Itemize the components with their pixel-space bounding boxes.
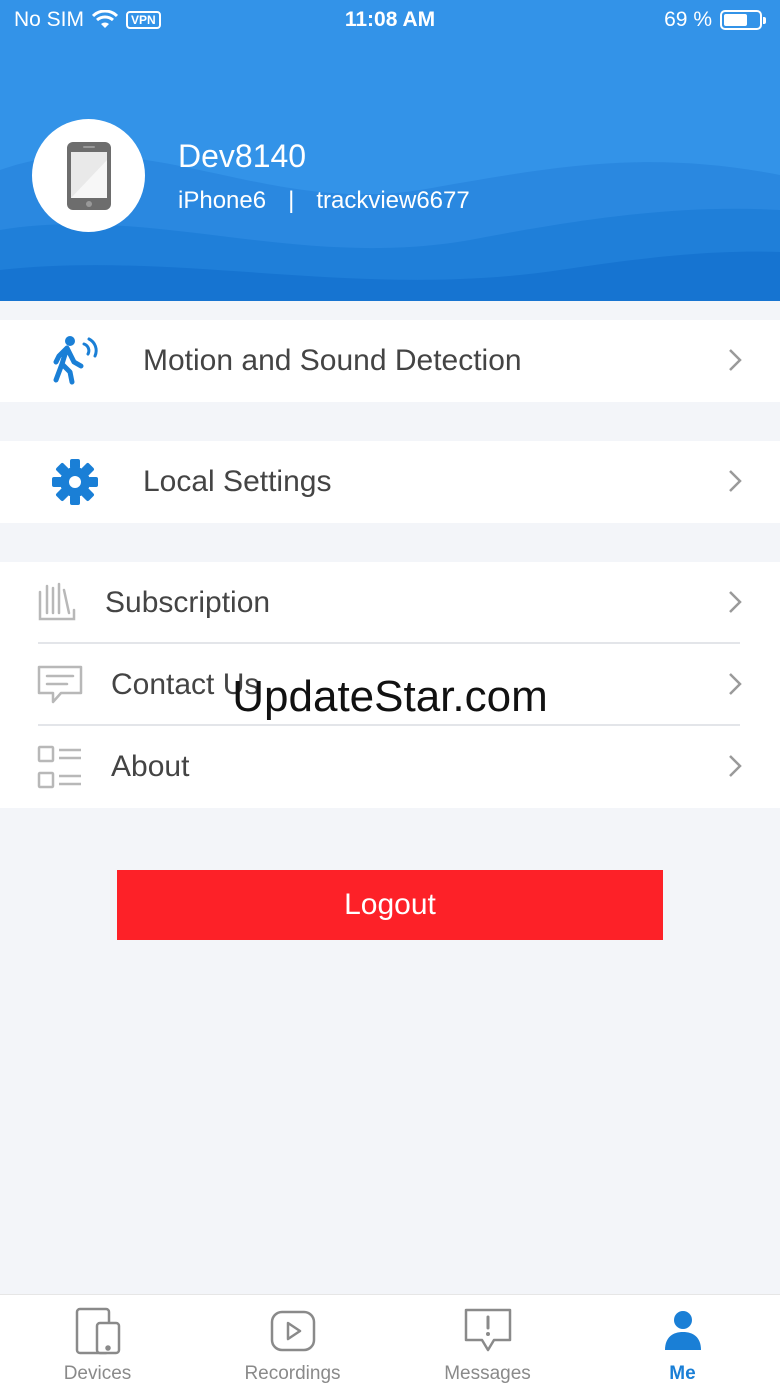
chevron-right-icon [729,349,742,371]
books-icon [38,582,76,621]
logout-button[interactable]: Logout [117,870,663,940]
account-name: trackview6677 [316,187,470,214]
subtitle-separator: | [288,187,295,214]
devices-icon [75,1307,120,1355]
device-avatar[interactable] [32,119,145,232]
tab-label: Me [669,1363,696,1384]
menu-group-motion: Motion and Sound Detection [0,320,780,402]
menu-item-contact-us[interactable]: Contact Us [0,644,780,726]
menu-item-local-settings[interactable]: Local Settings [0,441,780,523]
tab-messages[interactable]: Messages [390,1295,585,1387]
menu-item-subscription[interactable]: Subscription [0,562,780,644]
bottom-tab-bar: Devices Recordings Messages Me [0,1294,780,1387]
battery-percent: 69 % [664,8,712,31]
gear-icon [52,459,98,505]
profile-header: No SIM VPN 11:08 AM 69 % Dev8140 iPhone6… [0,0,780,301]
chevron-right-icon [729,755,742,777]
tab-label: Messages [444,1363,531,1384]
tab-recordings[interactable]: Recordings [195,1295,390,1387]
chat-message-icon [37,665,83,704]
device-name: Dev8140 [178,138,307,174]
list-icon [37,745,81,789]
status-bar: No SIM VPN 11:08 AM 69 % [0,0,780,40]
menu-item-about[interactable]: About [0,726,780,808]
chevron-right-icon [729,591,742,613]
menu-group-info: Subscription Contact Us About [0,562,780,808]
menu-label: Contact Us [111,668,260,701]
tab-label: Devices [63,1363,132,1384]
chevron-right-icon [729,673,742,695]
menu-label: Subscription [105,586,271,619]
tab-devices[interactable]: Devices [0,1295,195,1387]
smartphone-icon [66,141,111,210]
menu-label: Motion and Sound Detection [143,344,522,377]
tab-label: Recordings [244,1363,341,1384]
play-icon [270,1310,315,1352]
menu-label: About [111,750,190,783]
chevron-right-icon [729,470,742,492]
device-subtitle: iPhone6 | trackview6677 [178,187,470,215]
tab-me[interactable]: Me [585,1295,780,1387]
battery-fill [724,14,747,26]
menu-group-settings: Local Settings [0,441,780,523]
battery-icon [720,10,766,30]
status-time: 11:08 AM [344,8,436,31]
device-model: iPhone6 [178,187,267,214]
menu-item-motion-detection[interactable]: Motion and Sound Detection [0,320,780,402]
person-icon [664,1311,701,1350]
walking-person-icon [53,336,98,385]
menu-label: Local Settings [143,465,332,498]
alert-message-icon [464,1308,511,1352]
